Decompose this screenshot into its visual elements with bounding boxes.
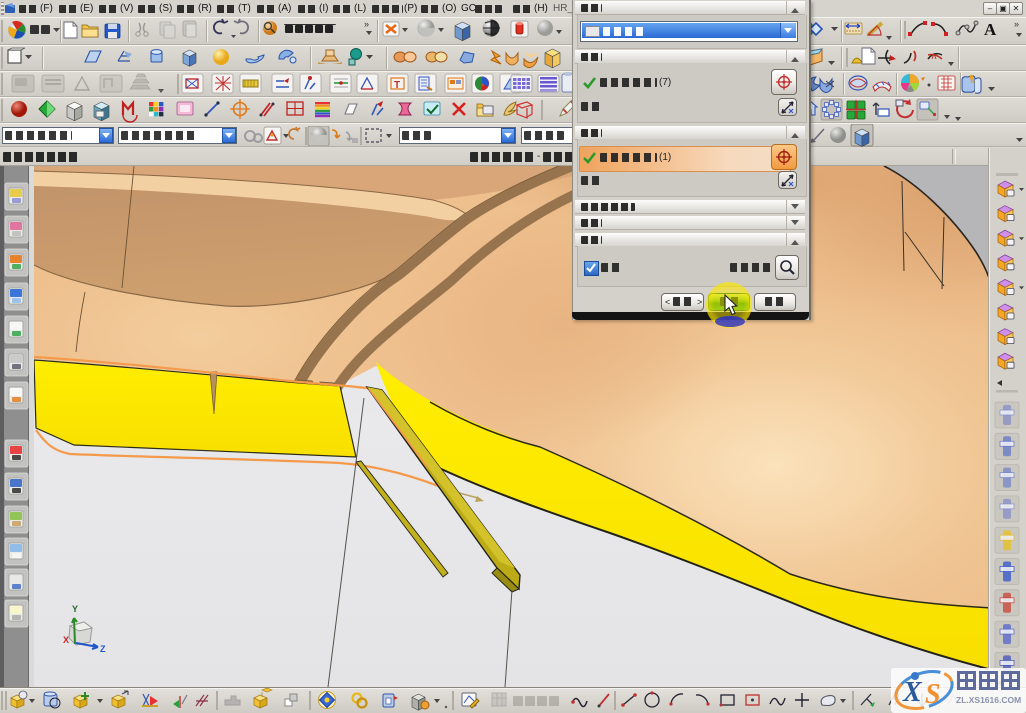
svg-text:X: X bbox=[63, 635, 69, 645]
svg-text:»: » bbox=[1014, 19, 1019, 29]
svg-text:T: T bbox=[394, 80, 400, 91]
svg-text:Y: Y bbox=[72, 604, 78, 614]
svg-text:S: S bbox=[925, 679, 941, 710]
svg-text:A: A bbox=[984, 20, 997, 39]
svg-text:X: X bbox=[902, 677, 923, 708]
svg-text:»: » bbox=[364, 19, 369, 29]
svg-text:Z: Z bbox=[100, 644, 106, 654]
